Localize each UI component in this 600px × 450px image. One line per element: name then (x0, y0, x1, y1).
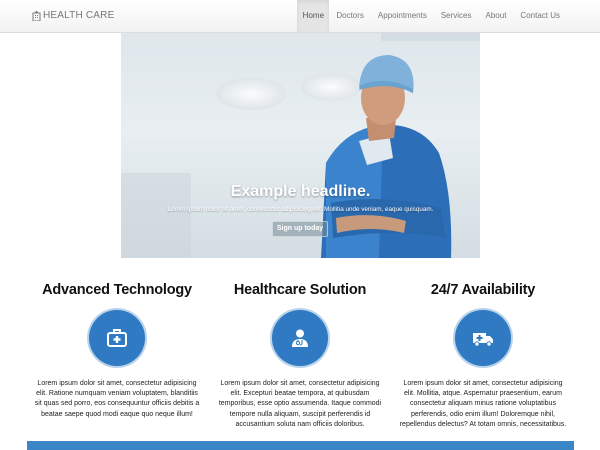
feature-title: Healthcare Solution (233, 282, 367, 298)
feature-title: 24/7 Availability (430, 282, 536, 298)
hero-carousel: Example headline. Lorem ipsum dolor sit … (121, 33, 480, 258)
brand[interactable]: HEALTH CARE (32, 10, 114, 21)
feature-text: Lorem ipsum dolor sit amet, consectetur … (218, 380, 382, 428)
feature-healthcare-solution: Healthcare Solution Lorem ipsum dolor si… (210, 282, 390, 430)
feature-advanced-technology: Advanced Technology Lorem ipsum dolor si… (27, 282, 207, 420)
nav-item-doctors[interactable]: Doctors (329, 0, 371, 32)
nav-item-appointments[interactable]: Appointments (371, 0, 434, 32)
navbar: HEALTH CARE Home Doctors Appointments Se… (0, 0, 600, 33)
nav-item-services[interactable]: Services (434, 0, 479, 32)
medical-kit-icon (107, 329, 127, 347)
ambulance-icon (473, 333, 493, 347)
nav-item-home[interactable]: Home (297, 0, 330, 32)
hospital-icon (32, 10, 41, 21)
feature-icon-circle (272, 310, 328, 366)
feature-icon-circle (455, 310, 511, 366)
hero-headline: Example headline. (230, 183, 371, 200)
main-nav: Home Doctors Appointments Services About… (297, 0, 567, 32)
footer-bar (27, 441, 574, 450)
feature-availability: 24/7 Availability Lorem ipsum dolor sit … (393, 282, 573, 430)
feature-text: Lorem ipsum dolor sit amet, consectetur … (399, 380, 567, 428)
feature-icon-circle (89, 310, 145, 366)
hero-subtext: Lorem ipsum dolor sit amet, consectetur … (167, 206, 434, 213)
nav-item-about[interactable]: About (479, 0, 514, 32)
feature-text: Lorem ipsum dolor sit amet, consectetur … (34, 380, 200, 418)
nav-item-contact[interactable]: Contact Us (513, 0, 567, 32)
doctor-icon (292, 329, 308, 347)
brand-name: HEALTH CARE (43, 10, 115, 21)
feature-title: Advanced Technology (42, 282, 192, 298)
sign-up-button[interactable]: Sign up today (272, 221, 328, 237)
